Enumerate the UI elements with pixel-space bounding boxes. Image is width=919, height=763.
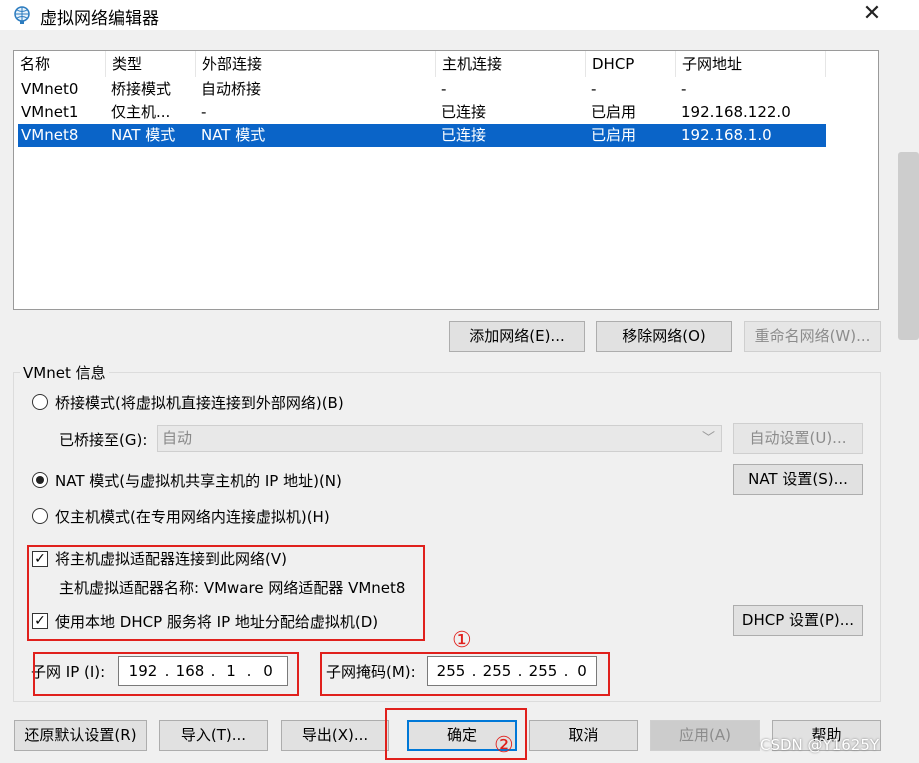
annotation-box-subnet-ip (33, 652, 299, 696)
bridged-to-label: 已桥接至(G): (59, 431, 148, 449)
scrollbar[interactable] (898, 152, 919, 340)
window-title: 虚拟网络编辑器 (40, 9, 159, 29)
column-header-host[interactable]: 主机连接 (436, 51, 586, 77)
cancel-button[interactable]: 取消 (529, 720, 638, 751)
close-icon[interactable]: ✕ (858, 0, 886, 28)
network-list[interactable]: 名称 类型 外部连接 主机连接 DHCP 子网地址 VMnet0 桥接模式 自动… (13, 50, 879, 310)
add-network-button[interactable]: 添加网络(E)... (449, 321, 585, 352)
table-cell: NAT 模式 (201, 126, 266, 144)
annotation-marker-1: ① (452, 628, 472, 653)
apply-button[interactable]: 应用(A) (650, 720, 760, 751)
chevron-down-icon: ﹀ (701, 431, 715, 446)
table-cell: 仅主机... (111, 103, 171, 121)
table-cell: - (591, 80, 597, 98)
remove-network-button[interactable]: 移除网络(O) (596, 321, 732, 352)
export-button[interactable]: 导出(X)... (281, 720, 389, 751)
dhcp-settings-button[interactable]: DHCP 设置(P)... (733, 605, 863, 636)
table-row-selected[interactable]: VMnet8 NAT 模式 NAT 模式 已连接 已启用 192.168.1.0 (18, 124, 826, 147)
column-header-external[interactable]: 外部连接 (196, 51, 436, 77)
table-cell: 已启用 (591, 103, 637, 121)
table-row[interactable]: VMnet1 仅主机... - 已连接 已启用 192.168.122.0 (18, 101, 826, 124)
bridge-mode-radio[interactable] (32, 394, 48, 410)
table-cell: - (201, 103, 207, 121)
bridged-to-select[interactable]: 自动 ﹀ (157, 425, 722, 452)
annotation-box-subnet-mask (320, 652, 610, 696)
table-cell: 已启用 (591, 126, 637, 144)
table-cell: 192.168.1.0 (681, 126, 772, 144)
table-cell: - (681, 80, 687, 98)
host-only-label[interactable]: 仅主机模式(在专用网络内连接虚拟机)(H) (55, 506, 330, 527)
watermark-text: CSDN @Y1625Y (760, 736, 880, 754)
annotation-box-dhcp (27, 545, 425, 641)
table-cell: - (441, 80, 447, 98)
bridge-mode-label[interactable]: 桥接模式(将虚拟机直接连接到外部网络)(B) (55, 392, 344, 413)
column-header-name[interactable]: 名称 (14, 51, 106, 77)
restore-defaults-button[interactable]: 还原默认设置(R) (14, 720, 147, 751)
vmnet-info-label: VMnet 信息 (20, 362, 109, 383)
table-cell: 192.168.122.0 (681, 103, 791, 121)
bridged-to-value: 自动 (162, 429, 193, 447)
import-button[interactable]: 导入(T)... (159, 720, 268, 751)
table-cell: 已连接 (441, 103, 487, 121)
nat-settings-button[interactable]: NAT 设置(S)... (733, 464, 863, 495)
column-header-subnet[interactable]: 子网地址 (676, 51, 826, 77)
auto-settings-button[interactable]: 自动设置(U)... (733, 423, 863, 454)
nat-mode-label[interactable]: NAT 模式(与虚拟机共享主机的 IP 地址)(N) (55, 470, 342, 491)
table-row[interactable]: VMnet0 桥接模式 自动桥接 - - - (18, 78, 826, 101)
table-cell: VMnet1 (21, 103, 79, 121)
column-header-dhcp[interactable]: DHCP (586, 51, 676, 77)
table-cell: NAT 模式 (111, 126, 176, 144)
nat-mode-radio[interactable] (32, 472, 48, 488)
host-only-radio[interactable] (32, 508, 48, 524)
network-globe-icon (14, 6, 30, 24)
rename-network-button[interactable]: 重命名网络(W)... (744, 321, 881, 352)
table-cell: 已连接 (441, 126, 487, 144)
table-cell: VMnet0 (21, 80, 79, 98)
table-cell: 自动桥接 (201, 80, 262, 98)
column-header-type[interactable]: 类型 (106, 51, 196, 77)
table-cell: VMnet8 (21, 126, 79, 144)
annotation-marker-2: ② (494, 733, 514, 758)
table-cell: 桥接模式 (111, 80, 172, 98)
